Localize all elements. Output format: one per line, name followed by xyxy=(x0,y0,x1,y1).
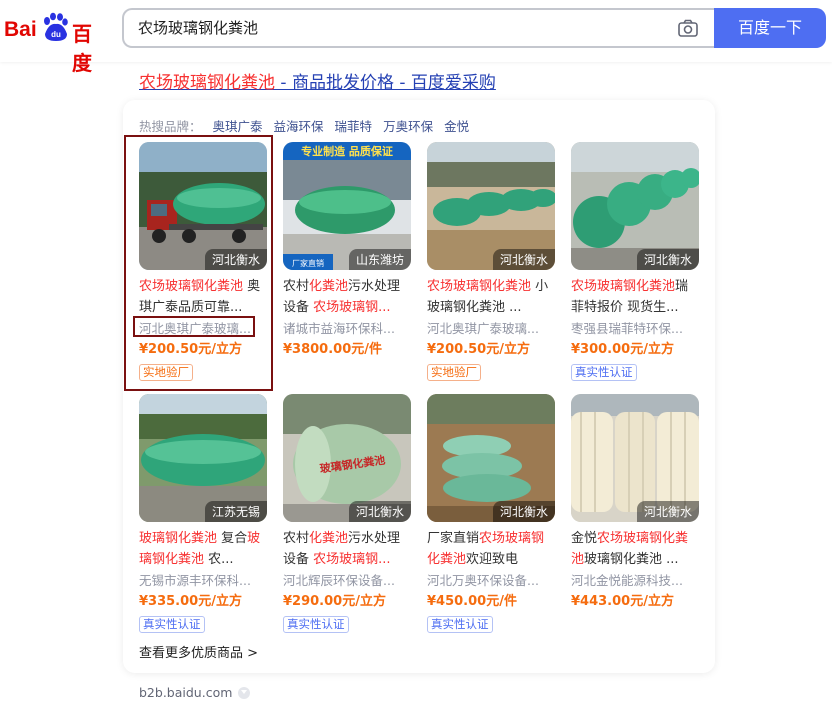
brand-link[interactable]: 奥琪广泰 xyxy=(213,119,263,134)
title-text: 农... xyxy=(204,552,234,567)
company-name[interactable]: 枣强县瑞菲特环保... xyxy=(571,319,699,339)
hot-brands-label: 热搜品牌： xyxy=(139,119,202,134)
product-price: ¥3800.00元/件 xyxy=(283,342,383,357)
title-highlight: 农场玻璃钢化粪池 xyxy=(427,279,532,294)
title-highlight: 玻璃钢化粪池 xyxy=(139,531,218,546)
title-highlight: 化粪池 xyxy=(309,279,349,294)
product-thumbnail[interactable]: 河北衡水 xyxy=(571,142,699,270)
product-title[interactable]: 厂家直销农场玻璃钢化粪池欢迎致电 xyxy=(427,528,555,570)
camera-icon[interactable] xyxy=(678,19,698,37)
search-button[interactable]: 百度一下 xyxy=(714,8,826,48)
logo-text-du: du xyxy=(51,30,61,39)
title-highlight: 农场玻璃钢... xyxy=(313,300,391,315)
paw-icon: du xyxy=(44,12,68,41)
product-title[interactable]: 玻璃钢化粪池 复合玻璃钢化粪池 农... xyxy=(139,528,267,570)
search-input[interactable] xyxy=(138,10,658,46)
product-item[interactable]: 专业制造 品质保证 厂家直销 山东潍坊 农村化粪池污水处理设备 农场玻璃钢...… xyxy=(283,142,413,361)
location-label: 河北衡水 xyxy=(492,501,555,522)
title-text: 厂家直销 xyxy=(427,531,480,546)
company-name[interactable]: 无锡市源丰环保科... xyxy=(139,571,267,591)
title-text: 欢迎致电 xyxy=(466,552,519,567)
title-text: 玻璃钢化粪池 ... xyxy=(584,552,679,567)
authenticity-badge: 真实性认证 xyxy=(139,616,205,633)
location-label: 河北衡水 xyxy=(492,249,555,270)
location-label: 江苏无锡 xyxy=(204,501,267,522)
location-label: 河北衡水 xyxy=(636,249,699,270)
location-label: 山东潍坊 xyxy=(348,249,411,270)
product-thumbnail[interactable]: 河北衡水 xyxy=(571,394,699,522)
product-title[interactable]: 农村化粪池污水处理设备 农场玻璃钢... xyxy=(283,276,411,318)
title-text: 农村 xyxy=(283,531,310,546)
product-price: ¥290.00元/立方 xyxy=(283,594,386,609)
annotation-box-product xyxy=(124,135,273,391)
product-item[interactable]: 河北衡水 金悦农场玻璃钢化粪池玻璃钢化粪池 ... 河北金悦能源科技... ¥4… xyxy=(571,394,701,613)
dropdown-icon[interactable] xyxy=(238,687,251,699)
thumb-banner-text: 专业制造 品质保证 xyxy=(301,144,393,158)
company-name[interactable]: 诸城市益海环保科... xyxy=(283,319,411,339)
result-title-rest: - 商品批发价格 - 百度爱采购 xyxy=(275,73,496,93)
product-title[interactable]: 农村化粪池污水处理设备 农场玻璃钢... xyxy=(283,528,411,570)
title-text: 农村 xyxy=(283,279,310,294)
search-box[interactable] xyxy=(122,8,716,48)
brand-link[interactable]: 金悦 xyxy=(444,119,469,134)
brand-link[interactable]: 瑞菲特 xyxy=(335,119,373,134)
company-name[interactable]: 河北金悦能源科技... xyxy=(571,571,699,591)
result-title-highlight: 农场玻璃钢化粪池 xyxy=(139,73,275,93)
annotation-box-company xyxy=(133,316,255,337)
more-products-link[interactable]: 查看更多优质商品 > xyxy=(139,642,258,661)
product-price: ¥300.00元/立方 xyxy=(571,342,674,357)
product-item[interactable]: 河北衡水 农场玻璃钢化粪池瑞菲特报价 现货生... 枣强县瑞菲特环保... ¥3… xyxy=(571,142,701,381)
product-thumbnail[interactable]: 江苏无锡 xyxy=(139,394,267,522)
product-price: ¥335.00元/立方 xyxy=(139,594,242,609)
title-highlight: 化粪池 xyxy=(309,531,349,546)
logo-text-bai: Bai xyxy=(4,18,37,41)
product-thumbnail[interactable]: 专业制造 品质保证 厂家直销 山东潍坊 xyxy=(283,142,411,270)
product-item[interactable]: 玻璃钢化粪池 河北衡水 农村化粪池污水处理设备 农场玻璃钢... 河北辉辰环保设… xyxy=(283,394,413,633)
product-title[interactable]: 金悦农场玻璃钢化粪池玻璃钢化粪池 ... xyxy=(571,528,699,570)
logo-text-cn: 百度 xyxy=(72,22,92,75)
product-item[interactable]: 河北衡水 农场玻璃钢化粪池 小玻璃钢化粪池 ... 河北奥琪广泰玻璃... ¥2… xyxy=(427,142,557,381)
product-price: ¥443.00元/立方 xyxy=(571,594,674,609)
baidu-logo[interactable]: Bai du 百度 xyxy=(4,10,110,75)
authenticity-badge: 真实性认证 xyxy=(427,616,493,633)
product-price: ¥200.50元/立方 xyxy=(427,342,530,357)
product-item[interactable]: 河北衡水 厂家直销农场玻璃钢化粪池欢迎致电 河北万奥环保设备... ¥450.0… xyxy=(427,394,557,633)
product-thumbnail[interactable]: 河北衡水 xyxy=(427,142,555,270)
brand-link[interactable]: 万奥环保 xyxy=(383,119,433,134)
product-title[interactable]: 农场玻璃钢化粪池瑞菲特报价 现货生... xyxy=(571,276,699,318)
hot-brands: 热搜品牌： 奥琪广泰 益海环保 瑞菲特 万奥环保 金悦 xyxy=(139,116,469,135)
title-text: 复合 xyxy=(217,531,248,546)
title-text: 金悦 xyxy=(571,531,598,546)
location-label: 河北衡水 xyxy=(348,501,411,522)
product-thumbnail[interactable]: 玻璃钢化粪池 河北衡水 xyxy=(283,394,411,522)
authenticity-badge: 真实性认证 xyxy=(571,364,637,381)
authenticity-badge: 真实性认证 xyxy=(283,616,349,633)
company-name[interactable]: 河北万奥环保设备... xyxy=(427,571,555,591)
company-name[interactable]: 河北奥琪广泰玻璃... xyxy=(427,319,555,339)
product-item[interactable]: 江苏无锡 玻璃钢化粪池 复合玻璃钢化粪池 农... 无锡市源丰环保科... ¥3… xyxy=(139,394,269,633)
company-name[interactable]: 河北辉辰环保设备... xyxy=(283,571,411,591)
source-url: b2b.baidu.com xyxy=(139,685,251,700)
thumb-footer-text: 厂家直销 xyxy=(292,258,324,268)
product-price: ¥450.00元/件 xyxy=(427,594,517,609)
result-title-link[interactable]: 农场玻璃钢化粪池 - 商品批发价格 - 百度爱采购 xyxy=(139,68,496,93)
brand-link[interactable]: 益海环保 xyxy=(274,119,324,134)
product-title[interactable]: 农场玻璃钢化粪池 小玻璃钢化粪池 ... xyxy=(427,276,555,318)
location-label: 河北衡水 xyxy=(636,501,699,522)
verified-factory-badge: 实地验厂 xyxy=(427,364,481,381)
product-thumbnail[interactable]: 河北衡水 xyxy=(427,394,555,522)
title-highlight: 农场玻璃钢... xyxy=(313,552,391,567)
title-highlight: 农场玻璃钢化粪池 xyxy=(571,279,676,294)
source-domain[interactable]: b2b.baidu.com xyxy=(139,685,232,700)
header: Bai du 百度 百度一下 xyxy=(0,0,832,75)
